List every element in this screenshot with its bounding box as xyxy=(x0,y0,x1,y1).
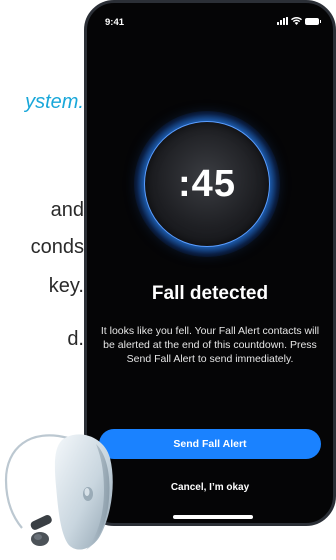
cellular-signal-icon xyxy=(277,17,288,25)
status-bar: 9:41 xyxy=(87,3,333,35)
countdown-timer: :45 xyxy=(144,121,270,247)
marketing-text-line: and xyxy=(50,199,84,221)
home-indicator xyxy=(173,515,253,519)
marketing-text-line: key. xyxy=(48,275,84,297)
countdown-value: :45 xyxy=(178,162,236,205)
wifi-icon xyxy=(291,17,302,25)
alert-title: Fall detected xyxy=(151,283,269,304)
marketing-text-line: d. xyxy=(67,328,84,350)
status-time: 9:41 xyxy=(105,17,125,28)
battery-icon xyxy=(305,17,321,25)
alert-description: It looks like you fell. Your Fall Alert … xyxy=(100,325,320,365)
marketing-text-line: conds xyxy=(30,236,84,258)
marketing-text-line: ystem. xyxy=(25,91,84,113)
status-icons xyxy=(277,17,321,25)
hearing-aid-image xyxy=(4,434,113,550)
